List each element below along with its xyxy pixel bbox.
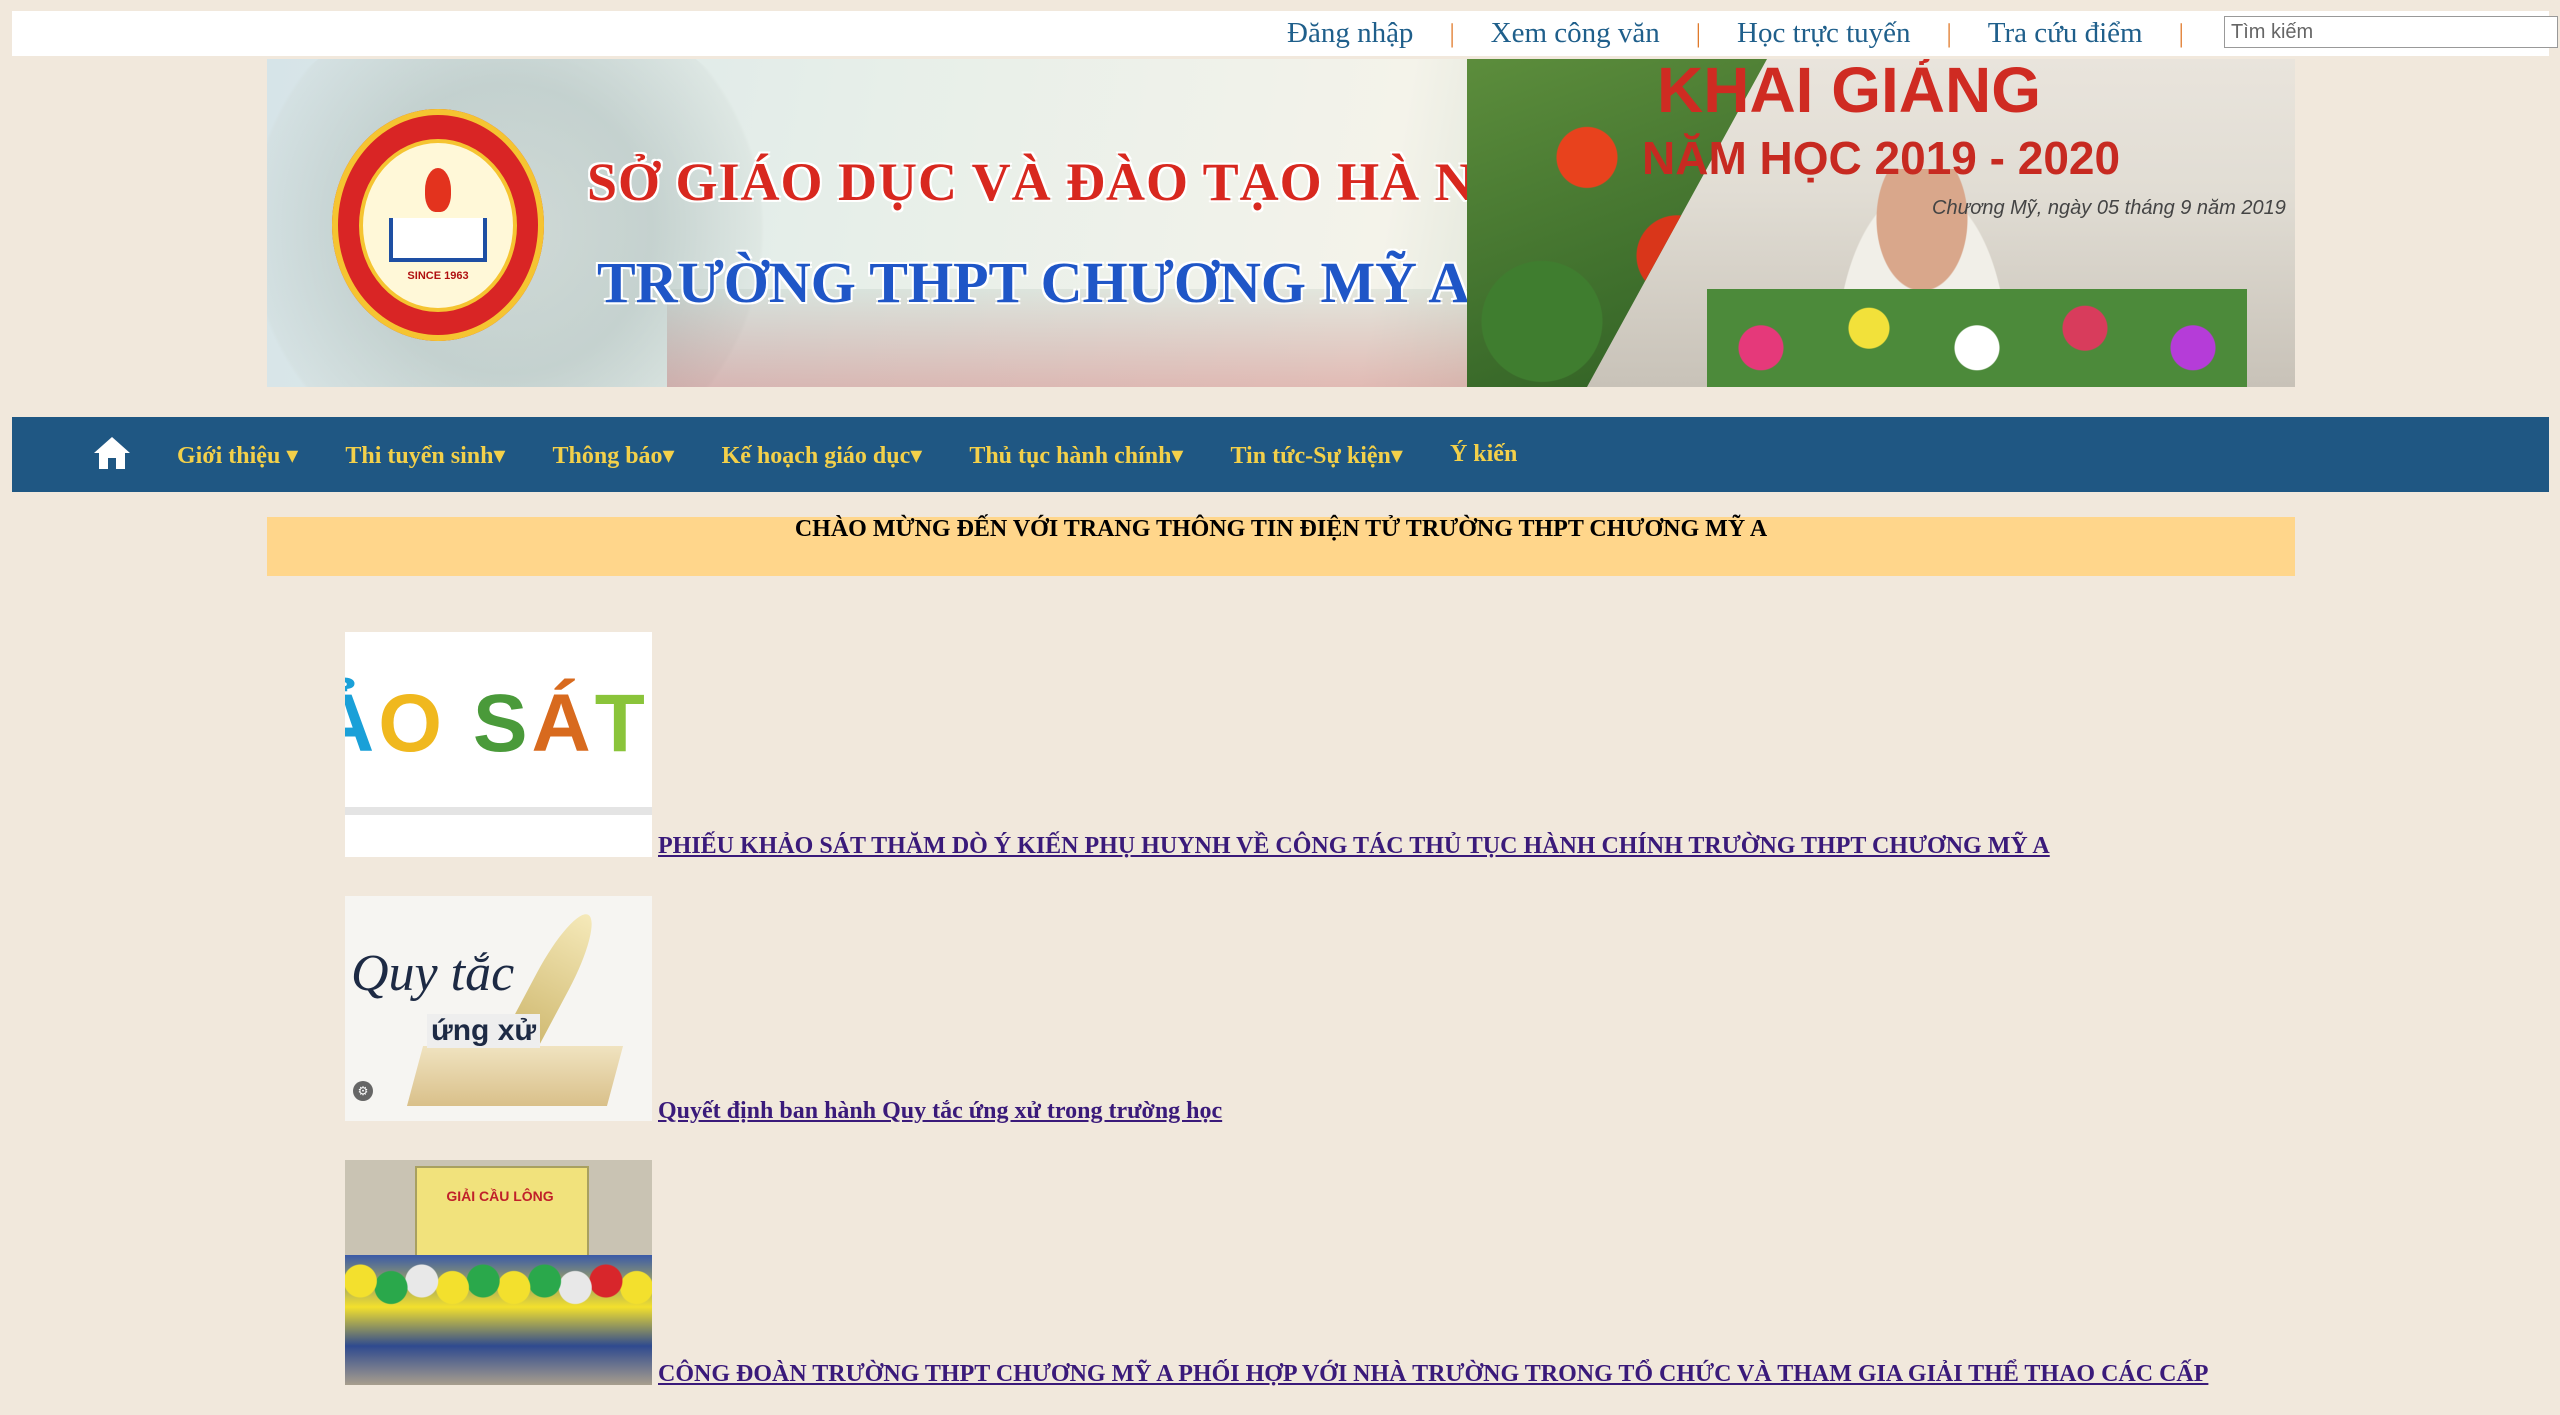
news-link-survey[interactable]: PHIẾU KHẢO SÁT THĂM DÒ Ý KIẾN PHỤ HUYNH … [658, 833, 2050, 860]
flower-bouquet [1707, 289, 2247, 387]
news-thumbnail-badminton[interactable]: GIẢI CẦU LÔNG [345, 1160, 652, 1385]
open-book-icon [406, 1046, 624, 1106]
news-thumbnail-survey[interactable]: ẢO SÁT [345, 632, 652, 857]
nav-item-education-plan[interactable]: Kế hoạch giáo dục▾ [722, 440, 923, 470]
welcome-banner: CHÀO MỪNG ĐẾN VỚI TRANG THÔNG TIN ĐIỆN T… [267, 516, 2295, 576]
search-input[interactable] [2224, 16, 2558, 48]
nav-item-introduction[interactable]: Giới thiệu ▾ [177, 440, 298, 470]
top-links: Đăng nhập | Xem công văn | Học trực tuyế… [1287, 11, 2220, 56]
main-navigation: Giới thiệu ▾ Thi tuyển sinh▾ Thông báo▾ … [12, 417, 2549, 492]
separator: | [2178, 18, 2184, 48]
separator: | [1695, 18, 1701, 48]
team-group-photo [345, 1255, 652, 1385]
banner-school-title: TRƯỜNG THPT CHƯƠNG MỸ A [597, 250, 1471, 315]
nav-item-feedback[interactable]: Ý kiến [1450, 441, 1517, 468]
login-link[interactable]: Đăng nhập [1287, 17, 1413, 50]
home-icon[interactable] [92, 433, 132, 473]
thumbnail-survey-text: ẢO SÁT [345, 678, 649, 769]
school-logo: SINCE 1963 [332, 109, 544, 341]
header-banner: SINCE 1963 SỞ GIÁO DỤC VÀ ĐÀO TẠO HÀ NỘI… [267, 59, 2295, 387]
separator: | [1946, 18, 1952, 48]
nav-item-news-events[interactable]: Tin tức-Sự kiện▾ [1230, 440, 1402, 470]
logo-emblem: SINCE 1963 [359, 138, 517, 312]
news-link-code-of-conduct[interactable]: Quyết định ban hành Quy tắc ứng xử trong… [658, 1098, 1222, 1125]
thumbnail-title: Quy tắc [351, 945, 515, 1002]
open-book-icon [389, 218, 487, 262]
gear-icon: ⚙ [353, 1081, 373, 1101]
thumbnail-subtitle: ứng xử [427, 1014, 541, 1048]
torch-flame-icon [425, 168, 451, 212]
tournament-title: GIẢI CẦU LÔNG [446, 1188, 554, 1204]
banner-department-title: SỞ GIÁO DỤC VÀ ĐÀO TẠO HÀ NỘI [587, 152, 1540, 212]
menu-bar: Giới thiệu ▾ Thi tuyển sinh▾ Thông báo▾ … [177, 417, 1564, 492]
welcome-text: CHÀO MỪNG ĐẾN VỚI TRANG THÔNG TIN ĐIỆN T… [794, 516, 1768, 542]
event-title: KHAI GIẢNG [1657, 59, 2041, 126]
grade-lookup-link[interactable]: Tra cứu điểm [1988, 17, 2143, 50]
logo-since-text: SINCE 1963 [407, 270, 469, 282]
view-documents-link[interactable]: Xem công văn [1491, 17, 1660, 50]
event-year: NĂM HỌC 2019 - 2020 [1642, 132, 2121, 184]
nav-item-admissions[interactable]: Thi tuyển sinh▾ [345, 440, 505, 470]
online-learning-link[interactable]: Học trực tuyến [1737, 17, 1911, 50]
news-link-union-sports[interactable]: CÔNG ĐOÀN TRƯỜNG THPT CHƯƠNG MỸ A PHỐI H… [658, 1361, 2208, 1388]
nav-item-announcements[interactable]: Thông báo▾ [552, 440, 674, 470]
top-utility-bar: Đăng nhập | Xem công văn | Học trực tuyế… [12, 11, 2558, 56]
event-date: Chương Mỹ, ngày 05 tháng 9 năm 2019 [1932, 197, 2286, 219]
thumbnail-divider [345, 807, 652, 815]
news-thumbnail-code-of-conduct[interactable]: Quy tắc ứng xử ⚙ [345, 896, 652, 1121]
separator: | [1449, 18, 1455, 48]
nav-item-administrative-procedures[interactable]: Thủ tục hành chính▾ [969, 440, 1183, 470]
